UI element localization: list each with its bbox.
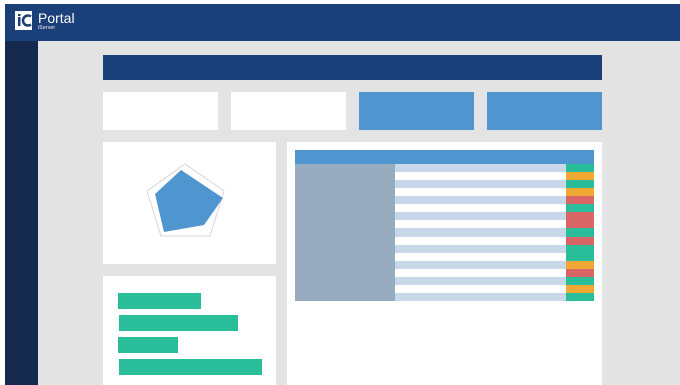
table-row[interactable]	[395, 237, 566, 245]
sidebar	[5, 41, 38, 385]
status-cell	[566, 172, 594, 180]
status-cell	[566, 293, 594, 301]
status-cell	[566, 188, 594, 196]
table-row[interactable]	[395, 253, 566, 261]
table-first-column	[295, 164, 395, 301]
table-row[interactable]	[395, 220, 566, 228]
status-cell	[566, 212, 594, 220]
app-window: Portal iServer	[0, 0, 680, 385]
status-cell	[566, 269, 594, 277]
app-title: Portal	[38, 10, 75, 26]
status-cell	[566, 196, 594, 204]
table-row[interactable]	[395, 245, 566, 253]
table-row[interactable]	[395, 261, 566, 269]
bar-4	[119, 359, 262, 375]
status-cell	[566, 220, 594, 228]
table-row[interactable]	[395, 293, 566, 301]
table-row[interactable]	[395, 212, 566, 220]
table-header	[295, 150, 594, 164]
status-cell	[566, 245, 594, 253]
radar-chart	[146, 163, 225, 237]
top-navigation-bar: Portal iServer	[5, 4, 680, 41]
summary-card-4[interactable]	[487, 92, 602, 130]
table-row[interactable]	[395, 196, 566, 204]
iserver-logo-icon	[15, 11, 35, 30]
table-row[interactable]	[395, 164, 566, 172]
status-cell	[566, 164, 594, 172]
bar-3	[118, 337, 178, 353]
table-row[interactable]	[395, 277, 566, 285]
table-row[interactable]	[395, 180, 566, 188]
portal-logo[interactable]: Portal iServer	[15, 11, 75, 31]
summary-card-2[interactable]	[231, 92, 346, 130]
status-cell	[566, 204, 594, 212]
status-cell	[566, 237, 594, 245]
bar-2	[119, 315, 238, 331]
table-row[interactable]	[395, 269, 566, 277]
table-row[interactable]	[395, 188, 566, 196]
table-row[interactable]	[395, 204, 566, 212]
page-title-bar	[103, 55, 602, 80]
status-cell	[566, 180, 594, 188]
app-subtitle: iServer	[38, 25, 56, 31]
radar-series-area	[155, 170, 223, 232]
status-cell	[566, 228, 594, 237]
table-row[interactable]	[395, 172, 566, 180]
radar-chart-panel	[103, 142, 276, 264]
table-row[interactable]	[395, 228, 566, 237]
table-row[interactable]	[395, 285, 566, 293]
status-cell	[566, 253, 594, 261]
status-cell	[566, 277, 594, 285]
summary-card-3[interactable]	[359, 92, 474, 130]
bar-1	[118, 293, 201, 309]
summary-card-1[interactable]	[103, 92, 218, 130]
status-cell	[566, 285, 594, 293]
status-cell	[566, 261, 594, 269]
